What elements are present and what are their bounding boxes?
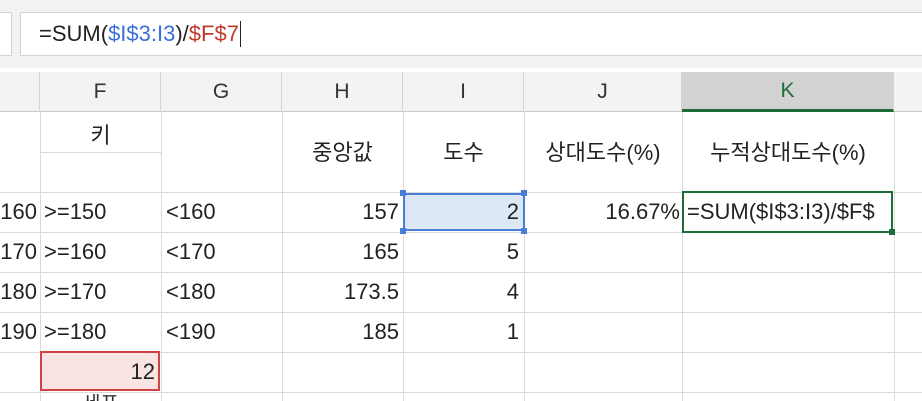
cell-f5[interactable]: >=170 [44,273,159,311]
cell-g5[interactable]: <180 [166,273,280,311]
cut-off-label: 세프 [40,394,161,401]
header-frequency[interactable]: 도수 [403,138,524,168]
cell-k3-editing[interactable]: =SUM($I$3:I3)/$F$ [687,193,891,231]
cell-f6[interactable]: >=180 [44,313,159,351]
cell-g6[interactable]: <190 [166,313,280,351]
formula-token-func: =SUM( [39,21,109,46]
formula-token-operator: )/ [175,21,189,46]
cell-h6[interactable]: 185 [282,313,399,351]
cell-h4[interactable]: 165 [282,233,399,271]
cell-f3[interactable]: >=150 [44,193,159,231]
header-cumulative-relative-frequency[interactable]: 누적상대도수(%) [682,138,894,168]
formula-token-cell-ref: $F$7 [188,21,239,46]
column-header-e[interactable] [0,72,40,112]
cell-h5[interactable]: 173.5 [282,273,399,311]
name-box-edge[interactable] [0,12,12,56]
cell-i4[interactable]: 5 [403,233,519,271]
column-header-g[interactable]: G [161,72,282,112]
column-header-i[interactable]: I [403,72,524,112]
header-relative-frequency[interactable]: 상대도수(%) [524,138,682,168]
cell-e4[interactable]: 170 [0,233,37,271]
cell-e5[interactable]: 180 [0,273,37,311]
header-height[interactable]: 키 [40,122,161,150]
column-header-k[interactable]: K [682,72,894,112]
text-caret [239,21,242,47]
cell-g4[interactable]: <170 [166,233,280,271]
header-median[interactable]: 중앙값 [282,138,403,168]
cell-e6[interactable]: 190 [0,313,37,351]
formula-input[interactable]: =SUM($I$3:I3)/$F$7 [20,12,922,56]
column-header-f[interactable]: F [40,72,161,112]
cell-j3[interactable]: 16.67% [524,193,680,231]
column-header-h[interactable]: H [282,72,403,112]
column-header-l[interactable] [894,72,922,112]
cell-f4[interactable]: >=160 [44,233,159,271]
cell-e3[interactable]: 160 [0,193,37,231]
formula-text: =SUM($I$3:I3)/$F$7 [39,21,242,47]
cell-f7-total[interactable]: 12 [40,353,155,391]
cell-h3[interactable]: 157 [282,193,399,231]
cell-i3[interactable]: 2 [403,193,519,231]
cell-i5[interactable]: 4 [403,273,519,311]
cell-i6[interactable]: 1 [403,313,519,351]
cell-g3[interactable]: <160 [166,193,280,231]
column-header-j[interactable]: J [524,72,682,112]
formula-token-range-ref: $I$3:I3 [108,21,176,46]
